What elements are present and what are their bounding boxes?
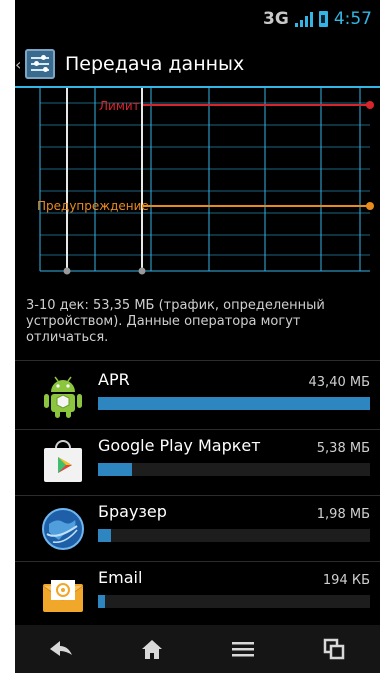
range-end-handle[interactable] — [138, 267, 146, 275]
up-caret-icon[interactable]: ‹ — [15, 55, 23, 74]
app-usage: 43,40 МБ — [308, 375, 370, 390]
app-name: Браузер — [98, 502, 167, 521]
usage-chart-svg: Лимит Предупреждение — [37, 88, 374, 275]
divider — [15, 360, 380, 361]
usage-bar — [98, 529, 370, 542]
play-store-icon — [39, 438, 87, 486]
usage-bar — [98, 595, 370, 608]
warning-label: Предупреждение — [37, 199, 149, 213]
app-row-browser[interactable]: Браузер 1,98 МБ — [15, 496, 380, 561]
battery-charging-icon — [318, 11, 328, 27]
clock: 4:57 — [333, 9, 372, 29]
browser-globe-icon — [39, 504, 87, 552]
navigation-bar — [15, 625, 380, 673]
app-row-google-play[interactable]: Google Play Маркет 5,38 МБ — [15, 430, 380, 495]
app-usage: 1,98 МБ — [316, 507, 370, 522]
data-usage-icon[interactable] — [25, 49, 55, 79]
recent-apps-icon[interactable] — [314, 633, 354, 665]
home-icon[interactable] — [132, 633, 172, 665]
app-name: Google Play Маркет — [98, 436, 261, 455]
app-name: APR — [98, 370, 130, 389]
menu-icon[interactable] — [223, 633, 263, 665]
usage-summary: 3-10 дек: 53,35 МБ (трафик, определенный… — [26, 298, 325, 345]
status-bar: 3G 4:57 — [15, 0, 380, 40]
email-envelope-icon — [39, 570, 87, 618]
usage-bar-fill — [98, 595, 106, 608]
android-robot-icon — [39, 372, 87, 420]
data-usage-chart[interactable]: Лимит Предупреждение — [15, 88, 380, 283]
app-usage: 5,38 МБ — [316, 441, 370, 456]
usage-bar-fill — [98, 397, 370, 410]
limit-label: Лимит — [99, 99, 140, 113]
network-type: 3G — [263, 9, 289, 29]
usage-bar-fill — [98, 529, 111, 542]
usage-bar-fill — [98, 463, 132, 476]
back-icon[interactable] — [41, 633, 81, 665]
phone-screen: 3G 4:57 ‹ Передача данных Лимит Предупре… — [15, 0, 380, 673]
usage-bar — [98, 397, 370, 410]
app-usage: 194 КБ — [322, 573, 370, 588]
usage-bar — [98, 463, 370, 476]
app-row-apr[interactable]: APR 43,40 МБ — [15, 364, 380, 429]
action-bar: ‹ Передача данных — [15, 40, 380, 88]
app-name: Email — [98, 568, 143, 587]
page-title: Передача данных — [65, 53, 245, 75]
limit-handle[interactable] — [366, 101, 374, 109]
warning-handle[interactable] — [366, 202, 374, 210]
range-start-handle[interactable] — [63, 267, 71, 275]
chart-grid — [39, 88, 370, 272]
signal-icon — [294, 11, 313, 27]
app-row-email[interactable]: Email 194 КБ — [15, 562, 380, 627]
